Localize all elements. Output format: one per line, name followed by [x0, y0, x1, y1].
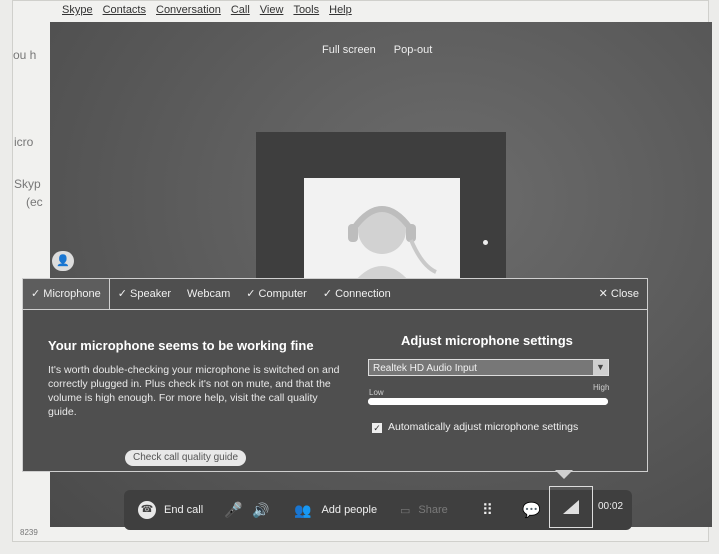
share-icon: ▭ [400, 504, 411, 517]
call-quality-panel: ✓ Microphone ✓ Speaker Webcam ✓ Computer… [22, 278, 648, 472]
call-quality-tabs: ✓ Microphone ✓ Speaker Webcam ✓ Computer… [23, 279, 647, 309]
mic-volume-fill [368, 398, 608, 405]
tab-webcam[interactable]: Webcam [179, 279, 238, 309]
self-view-dot [483, 240, 488, 245]
dialpad-icon[interactable]: ⠿ [482, 490, 493, 530]
volume-low-label: Low [369, 388, 384, 397]
tab-computer[interactable]: ✓ Computer [238, 279, 315, 309]
mic-volume-slider[interactable] [368, 398, 608, 405]
end-call-icon: ☎ [138, 501, 156, 519]
chevron-down-icon: ▼ [593, 360, 608, 375]
menu-contacts[interactable]: Contacts [103, 4, 146, 24]
avatar-silhouette-icon [348, 206, 437, 282]
menu-conversation[interactable]: Conversation [156, 4, 221, 24]
share-button[interactable]: ▭ Share [400, 490, 448, 530]
side-fragment: Skyp [14, 177, 41, 191]
call-quality-icon [563, 500, 579, 514]
menu-view[interactable]: View [260, 4, 284, 24]
call-quality-guide-button[interactable]: Check call quality guide [125, 450, 247, 466]
chat-icon[interactable]: 💬 [522, 490, 541, 530]
close-button[interactable]: ✕ Close [599, 279, 639, 309]
mic-device-select[interactable]: Realtek HD Audio Input ▼ [368, 359, 609, 376]
add-people-button[interactable]: 👥 Add people [294, 490, 377, 530]
full-screen-link[interactable]: Full screen [322, 44, 376, 56]
call-quality-button[interactable] [549, 486, 593, 528]
side-fragment: 8239 [20, 528, 38, 537]
menu-skype[interactable]: Skype [62, 4, 93, 24]
end-call-button[interactable]: ☎ End call [138, 490, 203, 530]
auto-adjust-label: Automatically adjust microphone settings [388, 421, 579, 433]
speaker-icon[interactable]: 🔊 [252, 490, 269, 530]
tab-speaker[interactable]: ✓ Speaker [110, 279, 179, 309]
tab-divider [23, 309, 647, 310]
tab-connection[interactable]: ✓ Connection [315, 279, 399, 309]
menu-help[interactable]: Help [329, 4, 352, 24]
side-fragment: (ec [26, 195, 43, 209]
menu-tools[interactable]: Tools [293, 4, 319, 24]
add-people-icon: 👥 [294, 501, 312, 518]
call-timer: 00:02 [598, 501, 624, 512]
contact-icon[interactable]: 👤 [52, 251, 74, 271]
volume-high-label: High [593, 383, 610, 392]
side-fragment: icro [14, 135, 34, 149]
auto-adjust-checkbox[interactable]: ✓ [372, 423, 382, 433]
avatar [304, 178, 460, 282]
adjust-mic-heading: Adjust microphone settings [401, 333, 573, 348]
video-top-links: Full screen Pop-out [322, 44, 432, 56]
menu-bar: Skype Contacts Conversation Call View To… [62, 4, 352, 24]
mute-mic-icon[interactable]: 🎤 [224, 490, 243, 530]
mic-status-body: It's worth double-checking your micropho… [48, 364, 340, 418]
mic-status-heading: Your microphone seems to be working fine [48, 338, 314, 353]
tab-microphone[interactable]: ✓ Microphone [23, 279, 110, 309]
panel-pointer [555, 470, 573, 479]
side-fragment: ou h [13, 48, 37, 62]
menu-call[interactable]: Call [231, 4, 250, 24]
pop-out-link[interactable]: Pop-out [394, 44, 433, 56]
